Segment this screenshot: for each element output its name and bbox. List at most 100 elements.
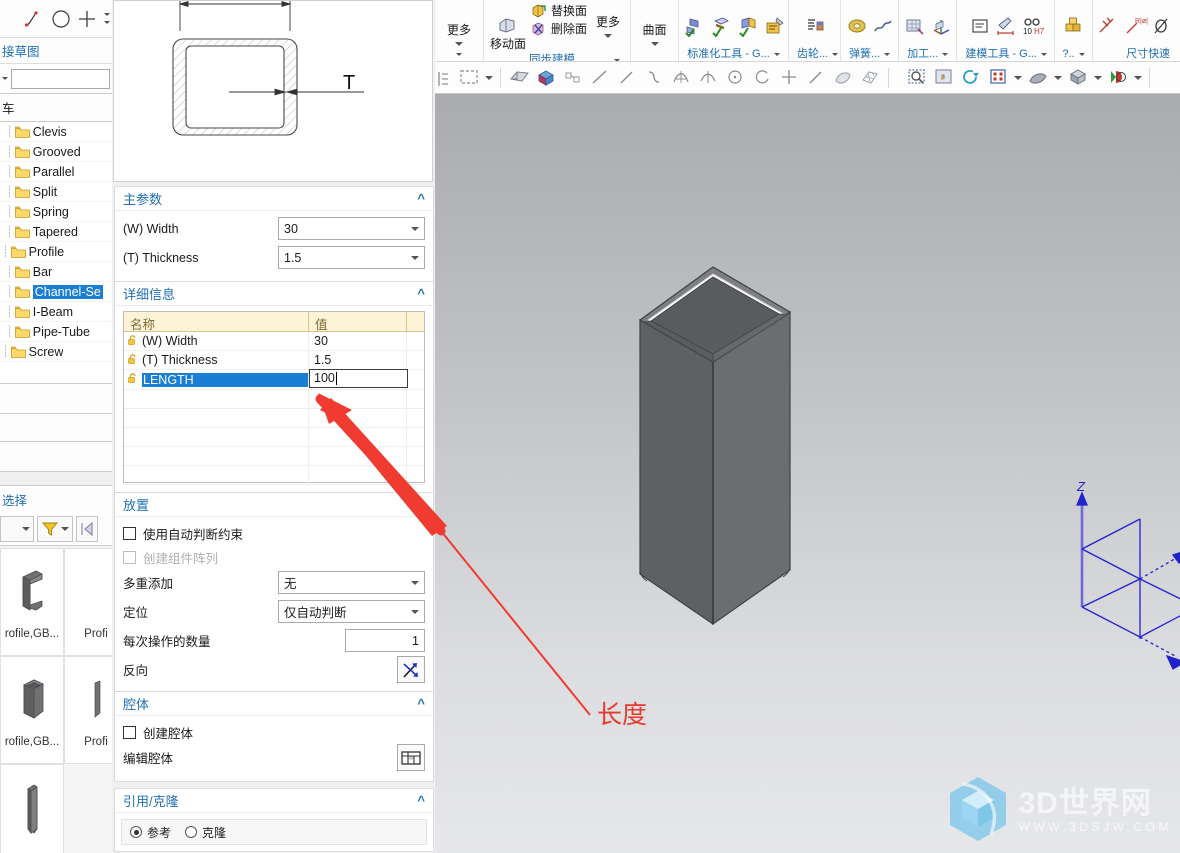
multi-add-combobox[interactable]: 无 bbox=[278, 571, 425, 594]
details-row-thickness[interactable]: (T) Thickness 1.5 bbox=[124, 350, 424, 370]
reuse-library-icon[interactable] bbox=[710, 15, 732, 38]
move-face-button[interactable]: 移动面 bbox=[488, 1, 528, 52]
details-row-name-cell[interactable]: (W) Width bbox=[124, 331, 309, 351]
fit-view-icon[interactable] bbox=[987, 67, 1009, 89]
reverse-direction-icon[interactable] bbox=[397, 656, 425, 683]
details-row-name-cell[interactable]: (T) Thickness bbox=[124, 350, 309, 370]
replace-face-item[interactable]: 替换面 bbox=[531, 2, 587, 19]
details-row-empty[interactable] bbox=[124, 446, 424, 466]
create-cavity-checkbox[interactable] bbox=[123, 725, 136, 739]
use-inferred-constraints-row[interactable]: 使用自动判断约束 bbox=[123, 521, 425, 545]
details-row-width[interactable]: (W) Width 30 bbox=[124, 331, 424, 351]
details-row-empty[interactable] bbox=[124, 389, 424, 409]
clone-radio[interactable] bbox=[185, 826, 198, 838]
create-cavity-row[interactable]: 创建腔体 bbox=[123, 720, 425, 744]
positioning-combobox[interactable]: 仅自动判断 bbox=[278, 600, 425, 623]
left-dropdown-caret-icon[interactable] bbox=[2, 77, 8, 80]
tree-expander-icon[interactable]: ┊ bbox=[2, 345, 9, 358]
paint-dimension-icon[interactable] bbox=[995, 15, 1017, 37]
thumbnail-item[interactable]: rofile,GB... bbox=[0, 656, 64, 764]
selection-filter-dropdown-icon[interactable] bbox=[0, 515, 34, 542]
chevron-up-icon[interactable]: ^ bbox=[417, 696, 425, 711]
chevron-down-icon[interactable] bbox=[411, 609, 419, 614]
quick-dimension-icon[interactable] bbox=[1097, 15, 1119, 37]
gear-tool-icon[interactable] bbox=[804, 15, 826, 37]
chevron-down-icon[interactable] bbox=[1014, 75, 1022, 80]
orient-view-icon[interactable] bbox=[1067, 67, 1089, 89]
width-combobox[interactable]: 30 bbox=[278, 217, 425, 240]
standard-part-icon[interactable] bbox=[683, 15, 705, 38]
column-header-value[interactable]: 值 bbox=[309, 312, 407, 332]
details-row-value[interactable]: 1.5 bbox=[309, 350, 407, 370]
tree-expander-icon[interactable]: ┊ bbox=[2, 245, 9, 258]
details-row-name-cell[interactable]: LENGTH bbox=[124, 369, 309, 390]
count-input[interactable]: 1 bbox=[345, 629, 425, 652]
thumbnail-item[interactable]: Profi bbox=[64, 656, 112, 764]
spline-icon[interactable] bbox=[643, 67, 665, 89]
tree-item[interactable]: ┊ Tapered bbox=[0, 222, 112, 242]
radial-dimension-icon[interactable]: R|ø| bbox=[1124, 15, 1148, 37]
reference-radio[interactable] bbox=[130, 826, 142, 838]
details-header[interactable]: 详细信息 ^ bbox=[115, 282, 433, 306]
group-expander-icon[interactable] bbox=[942, 52, 949, 56]
circle-icon[interactable] bbox=[724, 67, 746, 89]
square-tube-solid[interactable] bbox=[435, 94, 1180, 853]
thumbnail-item[interactable] bbox=[0, 764, 64, 853]
details-row-empty[interactable] bbox=[124, 427, 424, 447]
chevron-down-icon[interactable] bbox=[411, 580, 419, 585]
group-expander-icon[interactable] bbox=[884, 52, 891, 56]
reuse-library-tree[interactable]: ┊ Clevis ┊ Grooved ┊ Parallel ┊ Split ┊ … bbox=[0, 122, 112, 384]
rubber-band-select-icon[interactable] bbox=[458, 67, 480, 89]
surface-icon[interactable] bbox=[832, 67, 854, 89]
chevron-down-icon[interactable] bbox=[485, 75, 493, 80]
group-expander-icon[interactable] bbox=[456, 52, 462, 56]
tree-item[interactable]: ┊ Pipe-Tube bbox=[0, 322, 112, 342]
chevron-down-icon[interactable] bbox=[1054, 75, 1062, 80]
group-expander-icon[interactable] bbox=[1040, 52, 1047, 56]
tolerance-10H7-icon[interactable]: 10 H7 bbox=[1021, 15, 1045, 37]
chevron-down-icon[interactable] bbox=[1094, 75, 1102, 80]
tree-item-channel-section[interactable]: ┊ Channel-Se bbox=[0, 282, 112, 302]
move-object-icon[interactable] bbox=[562, 67, 584, 89]
blocks-icon[interactable] bbox=[1062, 15, 1084, 37]
more-caret-icon[interactable] bbox=[104, 21, 110, 24]
datum-csys-icon[interactable] bbox=[535, 67, 557, 89]
mesh-surface-icon[interactable] bbox=[859, 67, 881, 89]
chevron-up-icon[interactable]: ^ bbox=[417, 497, 425, 512]
point-sketch-icon[interactable] bbox=[76, 8, 98, 30]
note-icon[interactable] bbox=[969, 15, 991, 37]
main-parameters-header[interactable]: 主参数 ^ bbox=[115, 187, 433, 211]
collapse-panel-icon[interactable] bbox=[76, 515, 98, 542]
more-button-0[interactable]: 更多 bbox=[439, 19, 479, 46]
zoom-window-icon[interactable] bbox=[906, 67, 928, 89]
cavity-header[interactable]: 腔体 ^ bbox=[115, 692, 433, 716]
thumbnail-item[interactable]: Profi bbox=[64, 548, 112, 656]
arc-center-icon[interactable] bbox=[697, 67, 719, 89]
machining-grid-icon[interactable] bbox=[904, 15, 926, 37]
details-row-empty[interactable] bbox=[124, 408, 424, 428]
selection-scope-icon[interactable] bbox=[437, 70, 453, 86]
details-row-empty[interactable] bbox=[124, 465, 424, 485]
spring-wire-icon[interactable] bbox=[872, 15, 894, 37]
render-style-icon[interactable] bbox=[1107, 67, 1129, 89]
point-icon[interactable] bbox=[778, 67, 800, 89]
shaded-view-icon[interactable] bbox=[1027, 67, 1049, 89]
details-row-length[interactable]: LENGTH 100 bbox=[124, 368, 424, 390]
shell-icon[interactable] bbox=[508, 67, 530, 89]
chevron-down-icon[interactable] bbox=[411, 226, 419, 231]
part-family-icon[interactable] bbox=[764, 15, 786, 37]
chevron-up-icon[interactable]: ^ bbox=[417, 191, 425, 206]
sync-more-button[interactable]: 更多 bbox=[590, 1, 626, 38]
tree-item-screw[interactable]: ┊ Screw bbox=[0, 342, 112, 362]
circle-sketch-icon[interactable] bbox=[50, 8, 72, 30]
column-header-name[interactable]: 名称 bbox=[124, 312, 309, 332]
details-grid[interactable]: 名称 值 (W) Width 30 (T) Thickness 1.5 LENG… bbox=[123, 311, 425, 485]
tree-item[interactable]: ┊ Parallel bbox=[0, 162, 112, 182]
line-slash-icon[interactable] bbox=[805, 67, 827, 89]
details-row-value[interactable]: 30 bbox=[309, 331, 407, 351]
delete-face-item[interactable]: 删除面 bbox=[531, 20, 587, 37]
chevron-down-icon[interactable] bbox=[1134, 75, 1142, 80]
thickness-combobox[interactable]: 1.5 bbox=[278, 246, 425, 269]
line2-icon[interactable] bbox=[616, 67, 638, 89]
edit-cavity-grid-icon[interactable] bbox=[397, 744, 425, 771]
